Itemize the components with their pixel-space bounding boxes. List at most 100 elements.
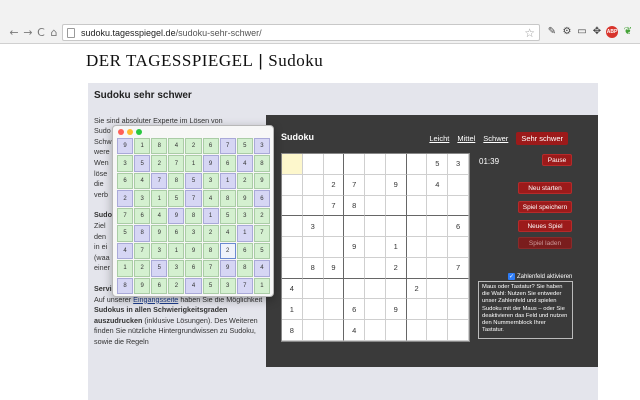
solution-cell[interactable]: 1 bbox=[134, 138, 151, 155]
home-icon[interactable]: ⌂ bbox=[48, 27, 60, 39]
solution-cell[interactable]: 3 bbox=[134, 190, 151, 207]
sudoku-cell[interactable] bbox=[448, 195, 469, 217]
checkbox[interactable]: ✓ bbox=[508, 273, 515, 280]
sudoku-cell[interactable] bbox=[365, 257, 386, 279]
solution-cell[interactable]: 9 bbox=[219, 260, 236, 277]
solution-cell[interactable]: 5 bbox=[151, 260, 168, 277]
solution-cell[interactable]: 7 bbox=[134, 242, 151, 260]
level-schwer[interactable]: Schwer bbox=[483, 134, 508, 143]
sudoku-cell[interactable] bbox=[302, 195, 324, 217]
sudoku-cell[interactable] bbox=[427, 237, 449, 258]
solution-cell[interactable]: 2 bbox=[185, 138, 202, 155]
sudoku-cell[interactable]: 9 bbox=[323, 257, 345, 279]
solution-cell[interactable]: 2 bbox=[134, 260, 151, 277]
reload-icon[interactable]: C bbox=[35, 27, 47, 39]
solution-cell[interactable]: 9 bbox=[168, 207, 185, 225]
sudoku-cell[interactable] bbox=[406, 320, 428, 341]
sudoku-cell[interactable] bbox=[406, 195, 428, 217]
sudoku-cell[interactable]: 1 bbox=[385, 237, 407, 258]
sudoku-cell[interactable] bbox=[385, 278, 407, 300]
sudoku-cell[interactable] bbox=[365, 216, 386, 238]
sudoku-cell[interactable] bbox=[323, 216, 345, 238]
sudoku-cell[interactable] bbox=[385, 320, 407, 341]
solution-cell[interactable]: 7 bbox=[117, 207, 134, 225]
sudoku-cell[interactable] bbox=[323, 320, 345, 341]
solution-cell[interactable]: 5 bbox=[253, 242, 270, 260]
solution-cell[interactable]: 8 bbox=[219, 190, 236, 207]
solution-cell[interactable]: 7 bbox=[151, 172, 168, 190]
cast-icon[interactable]: ▭ bbox=[576, 26, 588, 38]
solution-cell[interactable]: 7 bbox=[219, 138, 236, 155]
solution-cell[interactable]: 8 bbox=[134, 225, 151, 242]
sudoku-cell[interactable] bbox=[302, 174, 324, 196]
solution-cell[interactable]: 8 bbox=[236, 260, 253, 277]
close-window-icon[interactable] bbox=[118, 129, 124, 135]
sudoku-cell[interactable]: 8 bbox=[344, 195, 366, 217]
solution-cell[interactable]: 9 bbox=[134, 277, 151, 294]
solution-cell[interactable]: 4 bbox=[202, 190, 219, 207]
sudoku-cell[interactable]: 6 bbox=[344, 299, 366, 321]
sudoku-cell[interactable] bbox=[282, 195, 303, 217]
sudoku-cell[interactable] bbox=[282, 154, 303, 175]
solution-cell[interactable]: 5 bbox=[202, 277, 219, 294]
sudoku-cell[interactable]: 8 bbox=[302, 257, 324, 279]
sudoku-cell[interactable] bbox=[344, 257, 366, 279]
solution-cell[interactable]: 2 bbox=[168, 277, 185, 294]
sudoku-cell[interactable] bbox=[448, 299, 469, 321]
sudoku-cell[interactable]: 2 bbox=[385, 257, 407, 279]
pause-button[interactable]: Pause bbox=[542, 154, 572, 166]
solution-cell[interactable]: 8 bbox=[253, 155, 270, 172]
sudoku-cell[interactable]: 4 bbox=[344, 320, 366, 341]
sudoku-cell[interactable] bbox=[323, 154, 345, 175]
solution-cell[interactable]: 9 bbox=[253, 172, 270, 190]
solution-cell[interactable]: 9 bbox=[151, 225, 168, 242]
sudoku-cell[interactable] bbox=[323, 237, 345, 258]
solution-cell[interactable]: 4 bbox=[134, 172, 151, 190]
solution-cell[interactable]: 3 bbox=[151, 242, 168, 260]
sudoku-cell[interactable] bbox=[302, 237, 324, 258]
sudoku-cell[interactable] bbox=[406, 174, 428, 196]
solution-cell[interactable]: 1 bbox=[151, 190, 168, 207]
bookmark-star-icon[interactable]: ☆ bbox=[524, 26, 535, 40]
solution-cell[interactable]: 7 bbox=[253, 225, 270, 242]
solution-cell[interactable]: 5 bbox=[117, 225, 134, 242]
solution-cell[interactable]: 3 bbox=[236, 207, 253, 225]
sudoku-cell[interactable] bbox=[344, 278, 366, 300]
sudoku-cell[interactable] bbox=[365, 174, 386, 196]
back-icon[interactable]: ← bbox=[8, 27, 20, 39]
address-bar[interactable]: sudoku.tagesspiegel.de/sudoku-sehr-schwe… bbox=[62, 24, 540, 41]
sudoku-cell[interactable]: 7 bbox=[448, 257, 469, 279]
adblock-icon[interactable]: ABP bbox=[606, 26, 618, 38]
sudoku-cell[interactable] bbox=[365, 237, 386, 258]
sudoku-cell[interactable] bbox=[448, 174, 469, 196]
solution-cell[interactable]: 5 bbox=[236, 138, 253, 155]
sudoku-cell[interactable] bbox=[365, 299, 386, 321]
sudoku-cell[interactable] bbox=[385, 195, 407, 217]
solution-cell[interactable]: 9 bbox=[202, 155, 219, 172]
solution-cell[interactable]: 4 bbox=[253, 260, 270, 277]
solution-cell[interactable]: 7 bbox=[236, 277, 253, 294]
url-text[interactable]: sudoku.tagesspiegel.de/sudoku-sehr-schwe… bbox=[81, 28, 262, 38]
solution-cell[interactable]: 2 bbox=[151, 155, 168, 172]
solution-cell[interactable]: 6 bbox=[168, 225, 185, 242]
solution-cell[interactable]: 1 bbox=[219, 172, 236, 190]
level-leicht[interactable]: Leicht bbox=[429, 134, 449, 143]
solution-cell[interactable]: 3 bbox=[185, 225, 202, 242]
solution-cell[interactable]: 6 bbox=[134, 207, 151, 225]
sudoku-cell[interactable] bbox=[448, 237, 469, 258]
solution-cell[interactable]: 2 bbox=[253, 207, 270, 225]
solution-cell[interactable]: 2 bbox=[202, 225, 219, 242]
solution-cell[interactable]: 7 bbox=[185, 190, 202, 207]
solution-cell[interactable]: 4 bbox=[219, 225, 236, 242]
sudoku-cell[interactable] bbox=[406, 257, 428, 279]
solution-cell[interactable]: 4 bbox=[185, 277, 202, 294]
sudoku-cell[interactable]: 6 bbox=[448, 216, 469, 238]
solution-cell[interactable]: 3 bbox=[168, 260, 185, 277]
solution-cell[interactable]: 4 bbox=[236, 155, 253, 172]
sudoku-cell[interactable] bbox=[365, 320, 386, 341]
solution-cell[interactable]: 6 bbox=[185, 260, 202, 277]
solution-cell[interactable]: 5 bbox=[168, 190, 185, 207]
restart-button[interactable]: Neu starten bbox=[518, 182, 572, 194]
solution-cell[interactable]: 6 bbox=[236, 242, 253, 260]
sudoku-cell[interactable] bbox=[365, 195, 386, 217]
